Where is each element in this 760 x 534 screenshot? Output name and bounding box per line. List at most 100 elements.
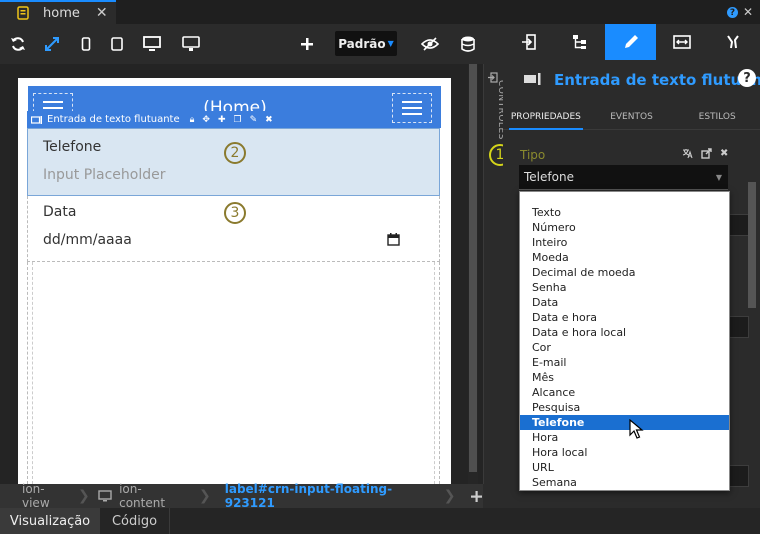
step-marker-3: 3 (224, 202, 246, 224)
input-component-icon (522, 70, 544, 88)
telefone-placeholder[interactable]: Input Placeholder (43, 167, 166, 183)
help-icon[interactable]: ? (738, 69, 756, 87)
device-select-value: Padrão (338, 36, 386, 51)
data-date-input[interactable]: dd/mm/aaaa (43, 232, 132, 248)
tipo-option[interactable]: Senha (520, 280, 729, 295)
tipo-option[interactable]: Data e hora (520, 310, 729, 325)
refresh-icon[interactable] (8, 34, 28, 54)
panel-tabs (503, 24, 760, 60)
toolbar: Padrão ▼ (0, 24, 483, 64)
panel-sub-tabs: PROPRIEDADES EVENTOS ESTILOS (503, 104, 760, 130)
tipo-options-list[interactable]: Texto Número Inteiro Moeda Decimal de moeda S… (519, 191, 730, 491)
translate-icon[interactable] (682, 148, 693, 159)
tipo-option[interactable]: Cor (520, 340, 729, 355)
tab-visualizacao[interactable]: Visualização (0, 508, 100, 534)
eye-slash-icon[interactable] (420, 34, 440, 54)
tab-enter[interactable] (503, 24, 554, 60)
lock-icon[interactable]: 🔒︎ (190, 115, 195, 125)
monitor-icon (98, 489, 113, 503)
file-icon (16, 6, 30, 20)
input-component-icon (31, 114, 43, 125)
tipo-option[interactable]: Data e hora local (520, 325, 729, 340)
tablet-icon[interactable] (107, 34, 127, 54)
menu-right-button[interactable] (392, 93, 432, 123)
tab-eventos[interactable]: EVENTOS (589, 104, 675, 129)
desktop-icon[interactable] (142, 34, 162, 54)
hidden-field[interactable] (729, 465, 749, 487)
telefone-label: Telefone (43, 139, 102, 155)
tab-tools[interactable] (707, 24, 758, 60)
phone-portrait-icon[interactable] (76, 34, 96, 54)
tipo-option[interactable]: Decimal de moeda (520, 265, 729, 280)
add-icon[interactable] (297, 34, 317, 54)
breadcrumb: ion-view ❯ ion-content ❯ label#crn-input… (0, 482, 483, 510)
bottom-tabs: Visualização Código (0, 508, 760, 534)
chevron-right-icon: ❯ (443, 488, 456, 504)
chevron-down-icon: ▼ (715, 172, 722, 182)
tipo-option[interactable]: Número (520, 220, 729, 235)
canvas-scrollbar-thumb[interactable] (469, 64, 477, 472)
delete-icon[interactable]: ✖ (720, 148, 728, 159)
tipo-option[interactable]: Moeda (520, 250, 729, 265)
tab-estilos[interactable]: ESTILOS (674, 104, 760, 129)
tipo-option[interactable]: Inteiro (520, 235, 729, 250)
tipo-option[interactable]: Data (520, 295, 729, 310)
tipo-option[interactable]: URL (520, 460, 729, 475)
magic-wand-icon[interactable]: ✎ (250, 115, 258, 125)
panel-scrollbar-thumb[interactable] (748, 182, 756, 308)
tab-home[interactable]: home ✕ (0, 0, 116, 24)
move-icon[interactable]: ✥ (202, 115, 210, 125)
tipo-option[interactable]: Telefone (520, 415, 729, 430)
chevron-right-icon: ❯ (199, 488, 211, 504)
calendar-icon[interactable] (386, 232, 400, 246)
tipo-actions: ✖ (682, 148, 728, 159)
external-link-icon[interactable] (701, 148, 712, 159)
add-icon[interactable] (470, 489, 483, 503)
monitor-icon[interactable] (181, 34, 201, 54)
add-icon[interactable]: ✚ (218, 115, 226, 125)
duplicate-icon[interactable]: ❐ (234, 115, 242, 125)
tipo-option[interactable]: Hora local (520, 445, 729, 460)
delete-icon[interactable]: ✖ (265, 115, 273, 125)
tipo-option[interactable]: Semana (520, 475, 729, 490)
selection-label: Entrada de texto flutuante (47, 114, 180, 125)
guide-line (434, 262, 435, 484)
database-icon[interactable] (458, 34, 478, 54)
mouse-cursor-icon (629, 419, 645, 441)
selection-toolbar: Entrada de texto flutuante 🔒︎ ✥ ✚ ❐ ✎ ✖ (27, 111, 283, 128)
hidden-field[interactable] (729, 316, 749, 338)
hidden-field[interactable] (729, 214, 749, 236)
tab-resize[interactable] (656, 24, 707, 60)
tipo-label: Tipo (520, 148, 546, 162)
breadcrumb-item-label[interactable]: label#crn-input-floating-923121 (225, 482, 434, 510)
breadcrumb-item-ion-view[interactable]: ion-view (22, 482, 70, 510)
tipo-select[interactable]: Telefone ▼ (519, 165, 728, 190)
guide-line (439, 262, 440, 484)
tab-codigo[interactable]: Código (100, 508, 170, 534)
chevron-right-icon: ❯ (77, 488, 90, 504)
help-icon[interactable]: ? (727, 7, 738, 18)
tipo-option[interactable]: Pesquisa (520, 400, 729, 415)
guide-line (32, 262, 33, 484)
tab-home-label: home (43, 5, 80, 21)
tipo-option[interactable]: Hora (520, 430, 729, 445)
tipo-option[interactable]: E-mail (520, 355, 729, 370)
tipo-select-value: Telefone (524, 170, 574, 184)
panel-title: Entrada de texto flutuante (554, 71, 760, 89)
close-icon[interactable]: ✕ (743, 5, 753, 19)
tab-close-icon[interactable]: ✕ (96, 5, 108, 21)
tab-edit[interactable] (605, 24, 656, 60)
tab-propriedades[interactable]: PROPRIEDADES (503, 104, 589, 130)
tab-tree[interactable] (554, 24, 605, 60)
breadcrumb-item-ion-content[interactable]: ion-content (119, 482, 185, 510)
step-marker-2: 2 (224, 142, 246, 164)
expand-icon[interactable] (42, 34, 62, 54)
app-window: home ✕ ? ✕ Padrão ▼ (Home) Entrada de te… (0, 0, 760, 534)
chevron-down-icon: ▼ (387, 39, 394, 48)
data-label: Data (43, 204, 77, 220)
guide-line (27, 262, 28, 484)
tipo-option[interactable]: Texto (520, 205, 729, 220)
tipo-option[interactable]: Alcance (520, 385, 729, 400)
tipo-option[interactable]: Mês (520, 370, 729, 385)
device-select[interactable]: Padrão ▼ (335, 31, 397, 56)
